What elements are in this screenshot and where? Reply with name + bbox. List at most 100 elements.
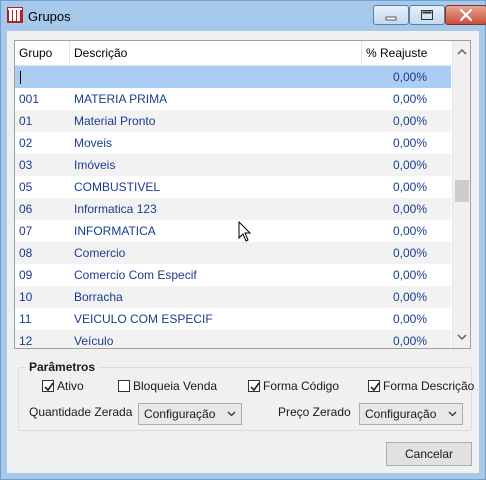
bloqueia-venda-checkbox[interactable]: Bloqueia Venda bbox=[118, 378, 228, 394]
maximize-button[interactable] bbox=[409, 5, 445, 25]
cell-grupo: 09 bbox=[19, 268, 33, 282]
scroll-down-arrow-icon[interactable] bbox=[457, 333, 467, 341]
table-row[interactable]: 0,00% bbox=[15, 66, 451, 88]
checkbox-box[interactable] bbox=[248, 380, 260, 392]
cell-reajuste: 0,00% bbox=[392, 114, 427, 128]
cell-descricao: Moveis bbox=[74, 136, 113, 150]
cell-reajuste: 0,00% bbox=[392, 290, 427, 304]
checkmark-icon bbox=[250, 382, 260, 392]
cell-descricao: Borracha bbox=[74, 290, 123, 304]
checkbox-box[interactable] bbox=[368, 380, 380, 392]
close-icon bbox=[459, 8, 473, 22]
quantidade-zerada-label: Quantidade Zerada bbox=[29, 405, 133, 419]
checkbox-box[interactable] bbox=[42, 380, 54, 392]
cell-reajuste: 0,00% bbox=[392, 246, 427, 260]
cell-reajuste: 0,00% bbox=[392, 136, 427, 150]
chevron-down-icon bbox=[227, 411, 236, 417]
table-row[interactable]: 02 Moveis 0,00% bbox=[15, 132, 451, 154]
cell-descricao: COMBUSTIVEL bbox=[74, 180, 161, 194]
cell-descricao: INFORMATICA bbox=[74, 224, 156, 238]
cell-reajuste: 0,00% bbox=[392, 202, 427, 216]
scrollbar-thumb[interactable] bbox=[455, 180, 469, 202]
cell-grupo: 02 bbox=[19, 136, 33, 150]
table-row[interactable]: 11 VEICULO COM ESPECIF 0,00% bbox=[15, 308, 451, 330]
preco-zerado-select[interactable]: Configuração bbox=[359, 403, 463, 425]
cell-reajuste: 0,00% bbox=[392, 180, 427, 194]
close-button[interactable] bbox=[445, 5, 486, 25]
cell-reajuste: 0,00% bbox=[392, 158, 427, 172]
minimize-icon bbox=[385, 16, 397, 21]
cell-grupo: 01 bbox=[19, 114, 33, 128]
cell-grupo: 07 bbox=[19, 224, 33, 238]
forma-codigo-label: Forma Código bbox=[263, 379, 340, 393]
chevron-down-icon bbox=[448, 411, 457, 417]
cell-descricao: Imóveis bbox=[74, 158, 116, 172]
cell-descricao: Comercio Com Especif bbox=[74, 268, 197, 282]
column-header-reajuste[interactable]: % Reajuste bbox=[362, 41, 451, 65]
table-row[interactable]: 10 Borracha 0,00% bbox=[15, 286, 451, 308]
title-bar[interactable]: Grupos bbox=[1, 1, 486, 31]
grid-header: Grupo Descrição % Reajuste bbox=[15, 41, 451, 66]
cancel-button[interactable]: Cancelar bbox=[386, 442, 472, 466]
text-caret bbox=[20, 71, 21, 85]
cell-reajuste: 0,00% bbox=[392, 92, 427, 106]
groups-grid[interactable]: Grupo Descrição % Reajuste 0,00% 001 MAT… bbox=[14, 40, 471, 349]
checkmark-icon bbox=[370, 382, 380, 392]
cell-descricao bbox=[74, 66, 359, 88]
cell-grupo: 03 bbox=[19, 158, 33, 172]
table-row[interactable]: 05 COMBUSTIVEL 0,00% bbox=[15, 176, 451, 198]
cell-grupo: 10 bbox=[19, 290, 33, 304]
table-row[interactable]: 07 INFORMATICA 0,00% bbox=[15, 220, 451, 242]
maximize-icon bbox=[421, 10, 433, 20]
table-row[interactable]: 06 Informatica 123 0,00% bbox=[15, 198, 451, 220]
cell-reajuste: 0,00% bbox=[392, 224, 427, 238]
table-row[interactable]: 08 Comercio 0,00% bbox=[15, 242, 451, 264]
preco-zerado-value: Configuração bbox=[365, 407, 437, 421]
cell-reajuste: 0,00% bbox=[392, 70, 427, 84]
app-logo-icon bbox=[7, 7, 23, 23]
cell-descricao: VEICULO COM ESPECIF bbox=[74, 312, 213, 326]
column-header-grupo[interactable]: Grupo bbox=[15, 41, 70, 65]
cell-grupo: 12 bbox=[19, 334, 33, 348]
vertical-scrollbar[interactable] bbox=[452, 41, 470, 348]
forma-codigo-checkbox[interactable]: Forma Código bbox=[248, 378, 358, 394]
table-row[interactable]: 01 Material Pronto 0,00% bbox=[15, 110, 451, 132]
checkbox-box[interactable] bbox=[118, 380, 130, 392]
cell-grupo-editor[interactable] bbox=[19, 66, 69, 88]
grupos-window: Grupos Grupo Descrição % Reajuste 0,00% … bbox=[0, 0, 486, 480]
ativo-checkbox[interactable]: Ativo bbox=[42, 378, 112, 394]
cell-descricao: Veículo bbox=[74, 334, 114, 348]
dialog-body: Grupo Descrição % Reajuste 0,00% 001 MAT… bbox=[7, 31, 479, 473]
grid-rows: 0,00% 001 MATERIA PRIMA 0,00% 01 Materia… bbox=[15, 66, 451, 348]
minimize-button[interactable] bbox=[373, 5, 409, 25]
cell-descricao: Informatica 123 bbox=[74, 202, 157, 216]
parametros-legend: Parâmetros bbox=[26, 360, 99, 374]
mouse-pointer-icon bbox=[238, 221, 252, 242]
cell-grupo: 001 bbox=[19, 92, 40, 106]
cell-reajuste: 0,00% bbox=[392, 312, 427, 326]
cell-reajuste: 0,00% bbox=[392, 334, 427, 348]
table-row[interactable]: 03 Imóveis 0,00% bbox=[15, 154, 451, 176]
forma-descricao-label: Forma Descrição bbox=[383, 379, 475, 393]
quantidade-zerada-value: Configuração bbox=[144, 407, 216, 421]
table-row[interactable]: 001 MATERIA PRIMA 0,00% bbox=[15, 88, 451, 110]
cell-descricao: Material Pronto bbox=[74, 114, 156, 128]
forma-descricao-checkbox[interactable]: Forma Descrição bbox=[368, 378, 478, 394]
window-title: Grupos bbox=[28, 9, 71, 24]
cell-grupo: 08 bbox=[19, 246, 33, 260]
cell-grupo: 11 bbox=[19, 312, 32, 326]
table-row[interactable]: 12 Veículo 0,00% bbox=[15, 330, 451, 348]
scroll-up-arrow-icon[interactable] bbox=[457, 48, 467, 56]
cell-reajuste: 0,00% bbox=[392, 268, 427, 282]
column-header-descricao[interactable]: Descrição bbox=[70, 41, 362, 65]
cell-descricao: Comercio bbox=[74, 246, 126, 260]
bloqueia-venda-label: Bloqueia Venda bbox=[133, 379, 218, 393]
cell-grupo: 06 bbox=[19, 202, 33, 216]
checkmark-icon bbox=[44, 382, 54, 392]
preco-zerado-label: Preço Zerado bbox=[278, 405, 351, 419]
cell-grupo: 05 bbox=[19, 180, 33, 194]
table-row[interactable]: 09 Comercio Com Especif 0,00% bbox=[15, 264, 451, 286]
ativo-label: Ativo bbox=[57, 379, 84, 393]
cell-descricao: MATERIA PRIMA bbox=[74, 92, 168, 106]
quantidade-zerada-select[interactable]: Configuração bbox=[138, 403, 242, 425]
